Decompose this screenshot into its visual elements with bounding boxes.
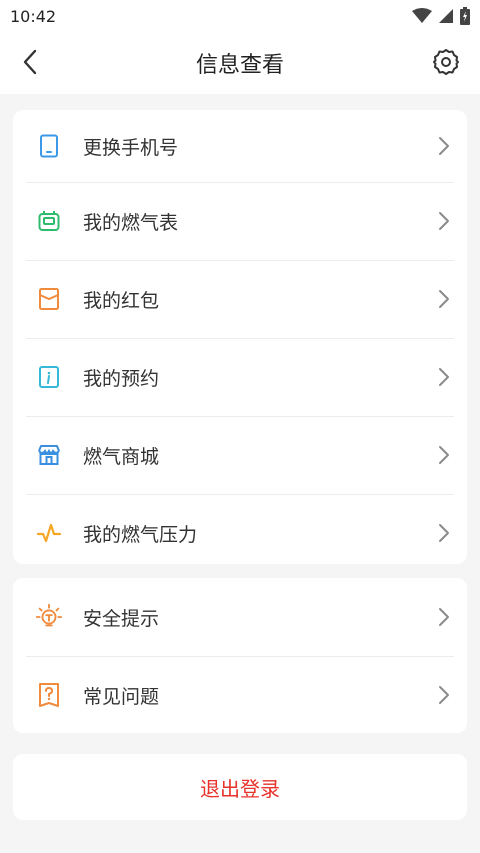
menu-item-my-red-packet[interactable]: 我的红包 bbox=[13, 260, 467, 338]
menu-item-faq[interactable]: 常见问题 bbox=[13, 656, 467, 733]
menu-item-label: 我的预约 bbox=[83, 367, 160, 390]
menu-item-label: 更换手机号 bbox=[83, 136, 179, 159]
chevron-right-icon bbox=[435, 521, 453, 545]
chevron-right-icon bbox=[435, 209, 453, 233]
gas-meter-icon bbox=[35, 207, 63, 235]
menu-item-gas-store[interactable]: 燃气商城 bbox=[13, 416, 467, 494]
menu-item-label: 燃气商城 bbox=[83, 445, 160, 468]
title-bar: 信息查看 bbox=[0, 32, 480, 94]
chevron-right-icon bbox=[435, 134, 453, 158]
page-title: 信息查看 bbox=[195, 53, 284, 78]
menu-item-label: 常见问题 bbox=[83, 685, 160, 708]
red-packet-icon bbox=[35, 285, 63, 313]
chevron-right-icon bbox=[435, 365, 453, 389]
back-button[interactable] bbox=[10, 42, 50, 82]
chevron-right-icon bbox=[435, 287, 453, 311]
pressure-icon bbox=[35, 519, 63, 547]
menu-card-account: 更换手机号 我的燃气表 我的红包 我的预约 燃气商城 我的燃气压力 bbox=[13, 110, 467, 564]
menu-item-safety-tips[interactable]: 安全提示 bbox=[13, 578, 467, 656]
menu-item-my-appointment[interactable]: 我的预约 bbox=[13, 338, 467, 416]
wifi-icon bbox=[412, 8, 432, 23]
menu-item-label: 我的红包 bbox=[83, 289, 160, 312]
battery-icon bbox=[460, 7, 470, 25]
logout-button[interactable]: 退出登录 bbox=[13, 754, 467, 820]
menu-item-label: 安全提示 bbox=[83, 607, 160, 630]
question-book-icon bbox=[35, 681, 63, 709]
status-bar: 10:42 bbox=[0, 0, 480, 32]
menu-card-help: 安全提示 常见问题 bbox=[13, 578, 467, 733]
phone-icon bbox=[35, 132, 63, 160]
menu-item-change-phone[interactable]: 更换手机号 bbox=[13, 110, 467, 182]
bulb-icon bbox=[35, 603, 63, 631]
signal-icon bbox=[439, 9, 453, 23]
logout-label: 退出登录 bbox=[200, 776, 280, 801]
info-icon bbox=[35, 363, 63, 391]
chevron-left-icon bbox=[23, 49, 37, 75]
chevron-right-icon bbox=[435, 605, 453, 629]
chevron-right-icon bbox=[435, 683, 453, 707]
menu-item-my-gas-pressure[interactable]: 我的燃气压力 bbox=[13, 494, 467, 564]
menu-item-label: 我的燃气压力 bbox=[83, 523, 198, 546]
chevron-right-icon bbox=[435, 443, 453, 467]
status-icons bbox=[412, 7, 470, 25]
store-icon bbox=[35, 441, 63, 469]
gear-icon bbox=[433, 49, 459, 75]
menu-item-label: 我的燃气表 bbox=[83, 211, 179, 234]
status-time: 10:42 bbox=[10, 6, 57, 26]
menu-item-my-gas-meter[interactable]: 我的燃气表 bbox=[13, 182, 467, 260]
settings-button[interactable] bbox=[426, 42, 466, 82]
